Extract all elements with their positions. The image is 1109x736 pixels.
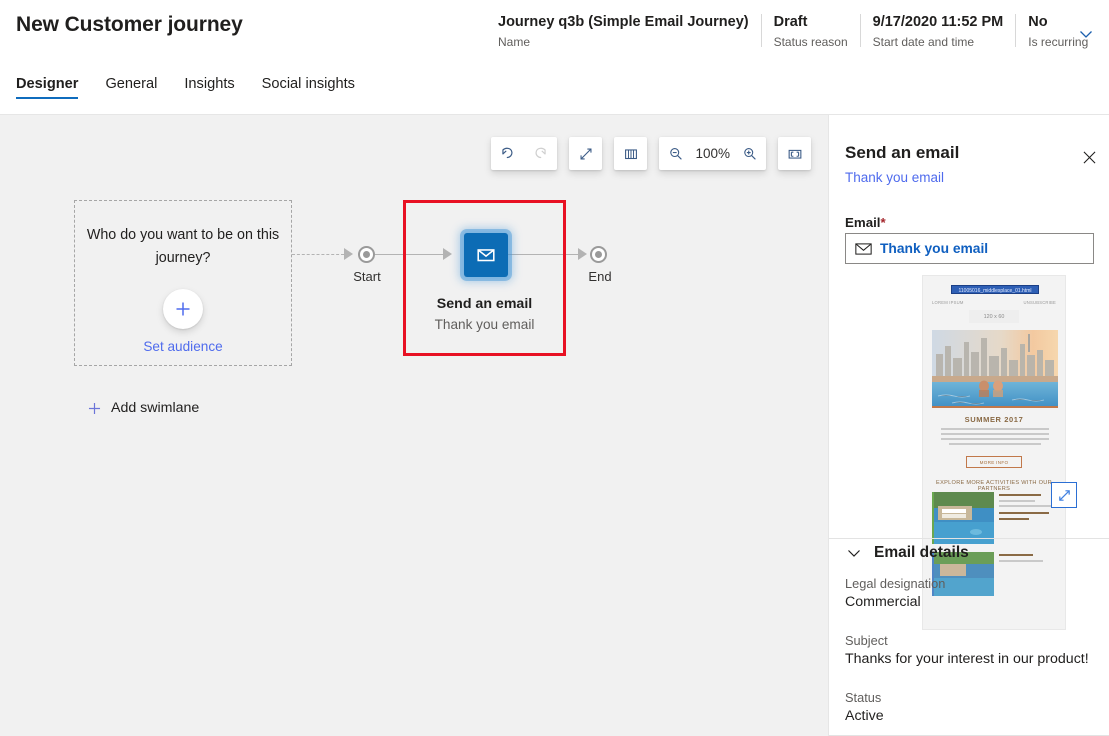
header-field-label: Start date and time	[872, 35, 975, 49]
email-properties-panel: Send an email Thank you email Email* Tha…	[828, 114, 1109, 736]
email-field-label: Email*	[845, 215, 886, 230]
add-swimlane-label: Add swimlane	[111, 400, 200, 416]
preview-card-line	[999, 560, 1043, 563]
toolbar-group-history	[491, 137, 558, 170]
end-node-label: End	[588, 269, 612, 284]
preview-body-line	[941, 433, 1049, 436]
connector-arrow-icon	[578, 248, 587, 260]
panel-divider	[829, 538, 1109, 539]
send-email-tile-title: Send an email	[436, 296, 533, 312]
minimap-icon[interactable]	[614, 137, 647, 170]
plus-icon	[83, 397, 105, 419]
close-icon[interactable]	[1076, 144, 1102, 170]
header-field-value: 9/17/2020 11:52 PM	[872, 14, 1004, 30]
connector-audience-to-start	[292, 254, 344, 255]
panel-title: Send an email	[845, 143, 960, 162]
toolbar-group-zoom: 100%	[659, 137, 766, 170]
preview-card-price-line	[999, 518, 1029, 521]
preview-card-line	[999, 500, 1035, 503]
header-field-start-date: 9/17/2020 11:52 PM Start date and time	[859, 13, 1016, 51]
panel-subtitle-link[interactable]: Thank you email	[845, 170, 944, 185]
send-email-tile[interactable]	[464, 233, 508, 277]
set-audience-link[interactable]: Set audience	[75, 339, 291, 354]
expand-icon[interactable]	[569, 137, 602, 170]
audience-swimlane[interactable]: Who do you want to be on this journey? S…	[74, 200, 292, 366]
toolbar-group-minimap	[614, 137, 648, 170]
audience-question-text: Who do you want to be on this journey?	[86, 227, 280, 266]
end-node[interactable]	[590, 246, 607, 263]
preview-card-title-line	[999, 494, 1041, 497]
tab-designer[interactable]: Designer	[16, 63, 79, 101]
send-email-tile-subtitle: Thank you email	[434, 317, 535, 332]
detail-label-status: Status	[845, 690, 882, 705]
header-field-label: Status reason	[773, 35, 848, 49]
chevron-down-icon	[843, 542, 865, 564]
preview-body-line	[941, 438, 1049, 441]
detail-label-subject: Subject	[845, 633, 888, 648]
tab-bar: Designer General Insights Social insight…	[0, 63, 1109, 113]
zoom-level-label: 100%	[695, 146, 730, 161]
envelope-icon	[855, 242, 872, 255]
preview-right-micro-text: UNSUBSCRIBE	[1023, 300, 1056, 305]
envelope-icon	[477, 249, 495, 262]
header-field-status-reason: Draft Status reason	[760, 13, 860, 51]
fit-to-screen-icon[interactable]	[778, 137, 811, 170]
start-node-label: Start	[353, 269, 381, 284]
preview-hero-image	[932, 330, 1058, 408]
preview-body-line	[941, 428, 1049, 431]
preview-top-banner-text: 11005016_middlesplace_01.html	[958, 287, 1032, 294]
email-lookup-field[interactable]: Thank you email	[845, 233, 1094, 264]
redo-icon	[524, 137, 557, 170]
preview-logo-placeholder: 120 x 60	[969, 310, 1019, 323]
detail-value-status: Active	[845, 708, 884, 724]
app-header: New Customer journey Journey q3b (Simple…	[0, 0, 1109, 63]
email-lookup-value: Thank you email	[880, 241, 989, 256]
email-details-section-header[interactable]: Email details	[843, 542, 969, 564]
toolbar-group-expand	[569, 137, 603, 170]
preview-left-micro-text: LOREM IPSUM	[932, 300, 964, 305]
set-audience-plus-button[interactable]	[163, 289, 203, 329]
header-field-value: Draft	[773, 14, 808, 30]
detail-value-legal-designation: Commercial	[845, 594, 921, 610]
email-field-label-text: Email	[845, 215, 881, 230]
preview-section-title: EXPLORE MORE ACTIVITIES WITH OUR PARTNER…	[936, 480, 1052, 492]
required-marker: *	[880, 215, 886, 230]
zoom-in-icon[interactable]	[733, 137, 766, 170]
add-swimlane-button[interactable]: Add swimlane	[83, 397, 199, 419]
expand-preview-button[interactable]	[1051, 482, 1077, 508]
toolbar-group-fit	[778, 137, 811, 170]
header-field-value: Journey q3b (Simple Email Journey)	[498, 14, 749, 30]
preview-cta-button: MORE INFO	[966, 456, 1022, 468]
preview-heading: SUMMER 2017	[964, 415, 1024, 424]
detail-label-legal-designation: Legal designation	[845, 576, 946, 591]
email-tile-selection-highlight	[403, 200, 566, 356]
chevron-down-icon[interactable]	[1072, 22, 1100, 46]
start-node[interactable]	[358, 246, 375, 263]
preview-card-line	[999, 505, 1051, 508]
canvas-toolbar: 100%	[491, 137, 811, 170]
zoom-out-icon[interactable]	[659, 137, 692, 170]
preview-card-cta-line	[999, 512, 1049, 515]
plus-icon	[176, 302, 190, 316]
page-title: New Customer journey	[16, 13, 243, 36]
tab-insights[interactable]: Insights	[184, 63, 234, 101]
undo-icon[interactable]	[491, 137, 524, 170]
connector-arrow-icon	[344, 248, 353, 260]
preview-card-image	[932, 492, 994, 544]
preview-top-banner: 11005016_middlesplace_01.html	[951, 285, 1039, 294]
journey-designer-canvas[interactable]: 100% Who do you want to be on this journ	[0, 114, 828, 736]
header-field-label: Name	[498, 35, 531, 49]
detail-value-subject: Thanks for your interest in our product!	[845, 651, 1089, 667]
email-details-title: Email details	[874, 544, 969, 561]
tab-general[interactable]: General	[105, 63, 157, 101]
header-field-group: Journey q3b (Simple Email Journey) Name …	[498, 13, 1100, 53]
expand-icon	[1058, 489, 1070, 501]
preview-card-title-line	[999, 554, 1033, 557]
header-field-name: Journey q3b (Simple Email Journey) Name	[498, 13, 761, 51]
preview-body-line	[949, 443, 1041, 446]
tab-social-insights[interactable]: Social insights	[262, 63, 355, 101]
